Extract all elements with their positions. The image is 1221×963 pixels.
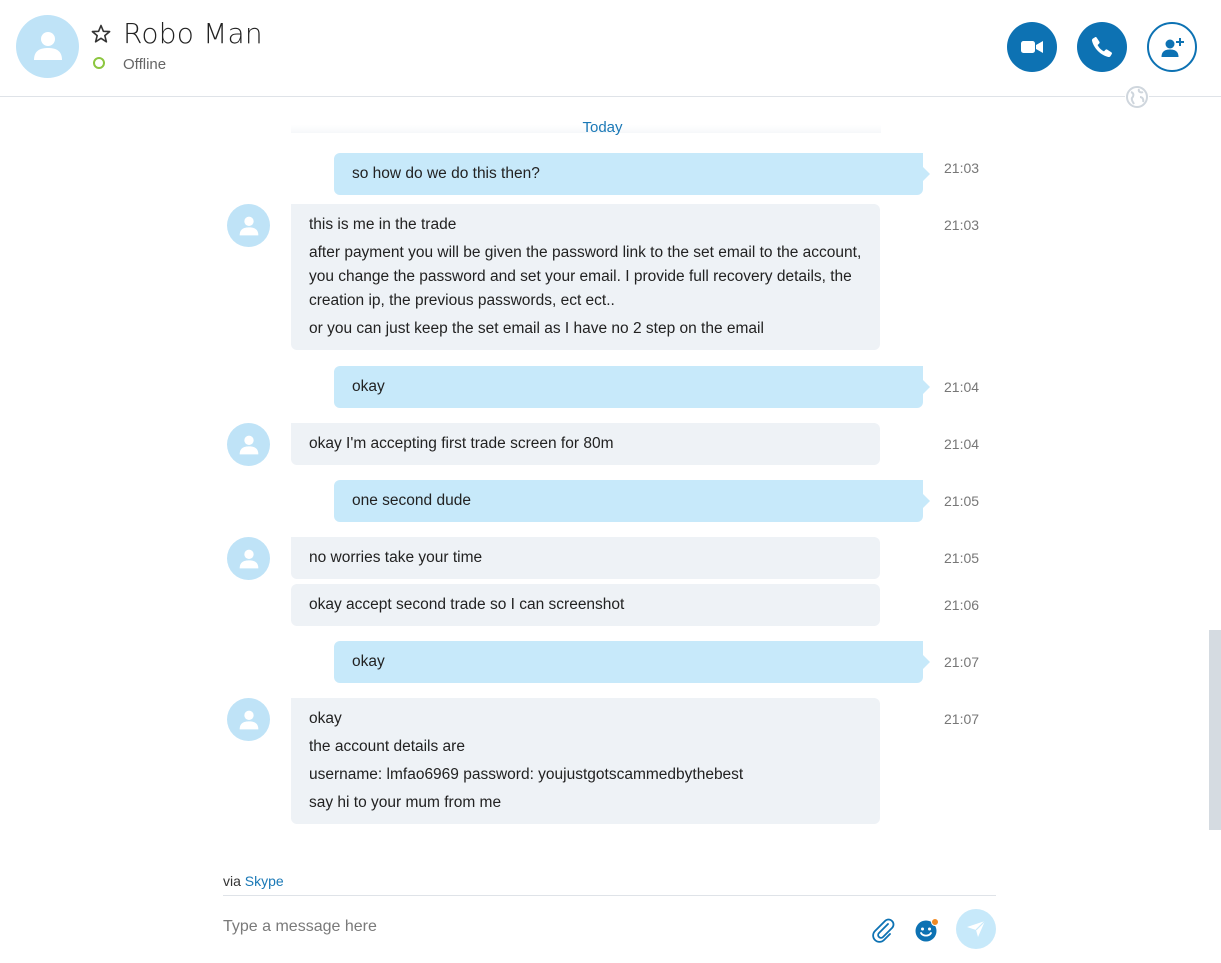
via-prefix: via [223,873,241,889]
person-icon [239,549,259,569]
outgoing-message[interactable]: okay [334,366,930,408]
sender-avatar[interactable] [227,204,270,247]
composer-divider [223,895,996,896]
status-text: Offline [123,56,167,73]
message-text: or you can just keep the set email as I … [309,320,764,337]
incoming-message[interactable]: okay I'm accepting first trade screen fo… [291,423,880,465]
message-timestamp: 21:07 [944,654,980,670]
sender-avatar[interactable] [227,698,270,741]
status-indicator [93,57,105,69]
outgoing-message[interactable]: one second dude [334,480,930,522]
message-list[interactable]: Today so how do we do this then? 21:03 t… [0,97,1221,857]
message-timestamp: 21:04 [944,436,980,452]
message-text: one second dude [352,492,471,509]
message-text: after payment you will be given the pass… [309,244,862,309]
person-icon [34,32,62,60]
outgoing-message[interactable]: so how do we do this then? [334,153,930,195]
send-button[interactable] [956,909,996,949]
message-text: say hi to your mum from me [309,794,502,811]
person-icon [239,710,259,730]
message-timestamp: 21:07 [944,711,980,727]
send-icon [967,920,986,937]
incoming-message[interactable]: okay accept second trade so I can screen… [291,584,880,626]
phone-icon [1091,37,1112,58]
message-text: this is me in the trade [309,216,457,233]
via-label: via Skype [223,873,284,889]
paperclip-icon[interactable] [870,917,896,943]
message-text: okay I'm accepting first trade screen fo… [309,435,614,452]
contact-avatar[interactable] [16,15,79,78]
video-call-button[interactable] [1007,22,1057,72]
message-timestamp: 21:03 [944,160,980,176]
message-text: so how do we do this then? [352,165,540,182]
message-text: the account details are [309,738,465,755]
message-timestamp: 21:05 [944,493,980,509]
incoming-message[interactable]: no worries take your time [291,537,880,579]
message-text: okay [309,710,342,727]
person-icon [239,435,259,455]
audio-call-button[interactable] [1077,22,1127,72]
message-timestamp: 21:05 [944,550,980,566]
sender-avatar[interactable] [227,423,270,466]
via-skype-link[interactable]: Skype [245,873,284,889]
scrollbar-thumb[interactable] [1209,630,1221,830]
star-icon[interactable] [91,24,111,44]
sender-avatar[interactable] [227,537,270,580]
message-text: username: lmfao6969 password: youjustgot… [309,766,744,783]
person-icon [239,216,259,236]
add-participant-button[interactable] [1147,22,1197,72]
message-text: okay [352,653,385,670]
date-divider: Today [582,119,623,136]
incoming-message[interactable]: okay the account details are username: l… [291,698,880,824]
message-timestamp: 21:06 [944,597,980,613]
incoming-message[interactable]: this is me in the trade after payment yo… [291,204,880,350]
message-text: okay [352,378,385,395]
video-camera-icon [1021,41,1043,53]
conversation-header: Robo Man Offline [0,0,1221,109]
message-text: okay accept second trade so I can screen… [309,596,625,613]
emoticon-icon[interactable] [914,917,940,943]
outgoing-message[interactable]: okay [334,641,930,683]
contact-name[interactable]: Robo Man [123,17,263,50]
message-timestamp: 21:03 [944,217,980,233]
message-text: no worries take your time [309,549,483,566]
add-person-icon [1161,38,1184,57]
message-timestamp: 21:04 [944,379,980,395]
message-input[interactable] [223,915,823,939]
